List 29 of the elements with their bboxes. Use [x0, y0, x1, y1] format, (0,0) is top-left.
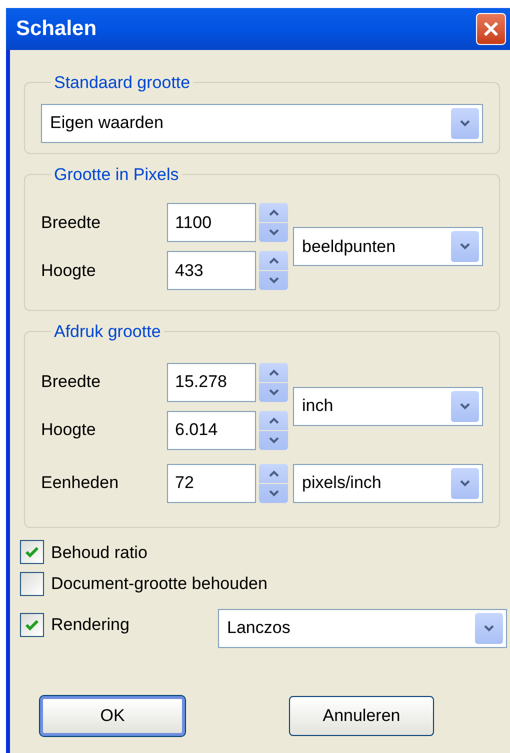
checkbox-label: Document-grootte behouden	[51, 573, 268, 595]
dialog-button[interactable]: Annuleren	[289, 696, 434, 736]
number-field[interactable]: 1100	[167, 203, 256, 242]
dialog-button[interactable]: OK	[40, 696, 185, 736]
field-label: Breedte	[41, 212, 101, 232]
field-label: Hoogte	[41, 420, 96, 439]
dropdown-value: inch	[302, 395, 334, 418]
dropdown-field[interactable]: pixels/inch	[293, 464, 483, 502]
dropdown-value: Eigen waarden	[50, 112, 164, 134]
window-title: Schalen	[16, 16, 97, 42]
group-title: Afdruk grootte	[53, 321, 162, 343]
dropdown-field[interactable]: Eigen waarden	[41, 104, 483, 142]
number-field[interactable]: 6.014	[167, 410, 256, 450]
dropdown-field[interactable]: Lanczos	[218, 608, 507, 648]
checkbox-label: Behoud ratio	[51, 542, 148, 564]
number-field[interactable]: 433	[167, 251, 256, 290]
dropdown-field[interactable]: beeldpunten	[293, 227, 483, 266]
field-label: Breedte	[41, 372, 101, 391]
checkbox-label: Rendering	[51, 614, 130, 636]
field-label: Hoogte	[41, 260, 96, 280]
dropdown-value: beeldpunten	[302, 236, 397, 258]
field-label: Eenheden	[41, 473, 119, 492]
number-field[interactable]: 15.278	[167, 362, 256, 402]
group-title: Standaard grootte	[53, 72, 192, 94]
number-field[interactable]: 72	[167, 464, 256, 502]
dropdown-value: Lanczos	[227, 617, 292, 640]
group-title: Grootte in Pixels	[53, 164, 180, 186]
dropdown-value: pixels/inch	[302, 472, 382, 494]
dropdown-field[interactable]: inch	[293, 386, 483, 426]
